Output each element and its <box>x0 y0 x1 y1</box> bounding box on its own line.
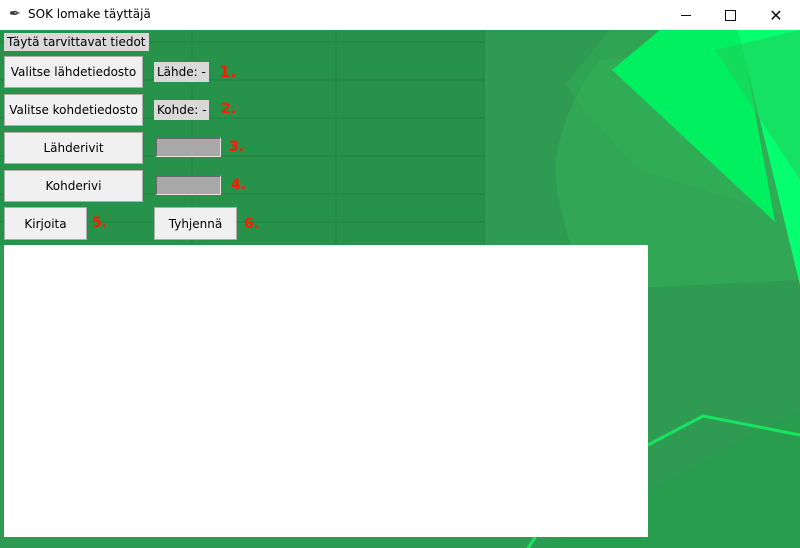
clear-button[interactable]: Tyhjennä <box>154 207 237 240</box>
select-source-file-button[interactable]: Valitse lähdetiedosto <box>4 56 143 88</box>
target-status: Kohde: - <box>154 100 210 120</box>
source-status: Lähde: - <box>154 62 209 82</box>
source-rows-input[interactable] <box>155 137 221 157</box>
output-log-textarea[interactable] <box>4 245 648 537</box>
source-rows-button[interactable]: Lähderivit <box>4 132 143 164</box>
maximize-button[interactable] <box>707 0 753 30</box>
target-row-input[interactable] <box>155 175 221 195</box>
minimize-icon <box>681 14 691 16</box>
step-6-label: 6. <box>244 216 260 232</box>
minimize-button[interactable] <box>663 0 709 30</box>
write-button[interactable]: Kirjoita <box>4 207 87 240</box>
step-3-label: 3. <box>229 139 245 155</box>
step-2-label: 2. <box>221 101 237 117</box>
step-5-label: 5. <box>92 215 108 231</box>
close-icon: ✕ <box>769 5 783 25</box>
close-button[interactable]: ✕ <box>753 0 799 30</box>
title-bar: ✒ SOK lomake täyttäjä ✕ <box>0 0 800 30</box>
form-header: Täytä tarvittavat tiedot <box>4 33 149 51</box>
feather-icon: ✒ <box>9 6 21 22</box>
window-title: SOK lomake täyttäjä <box>28 7 151 21</box>
step-1-label: 1. <box>219 62 237 81</box>
target-row-button[interactable]: Kohderivi <box>4 170 143 202</box>
step-4-label: 4. <box>231 177 247 193</box>
select-target-file-button[interactable]: Valitse kohdetiedosto <box>4 94 143 126</box>
maximize-icon <box>724 9 736 21</box>
